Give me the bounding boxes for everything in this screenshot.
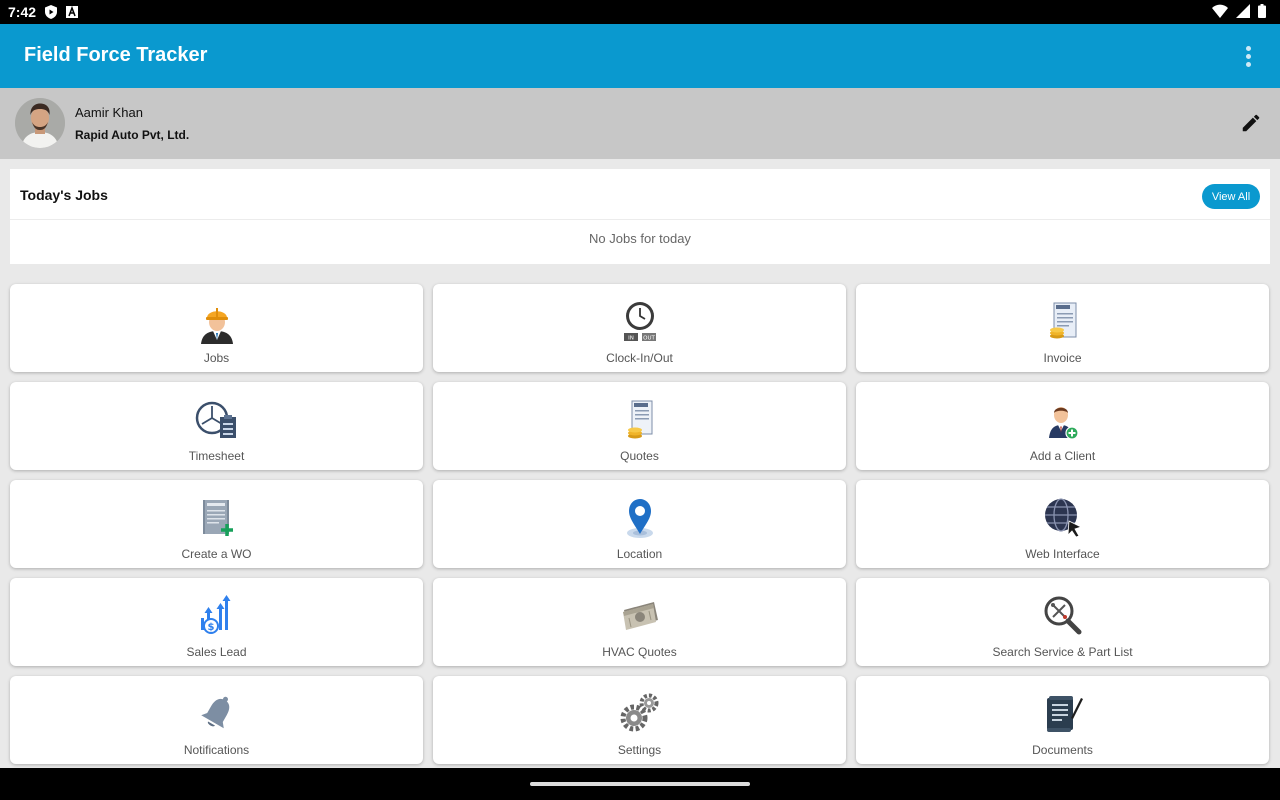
signal-icon bbox=[1236, 3, 1250, 21]
tile-web-interface[interactable]: Web Interface bbox=[856, 480, 1269, 568]
tile-label: Documents bbox=[1032, 743, 1093, 757]
tile-location[interactable]: Location bbox=[433, 480, 846, 568]
app-bar: Field Force Tracker bbox=[0, 24, 1280, 88]
empty-jobs-message: No Jobs for today bbox=[589, 231, 691, 246]
timesheet-icon bbox=[195, 398, 239, 442]
tile-label: Search Service & Part List bbox=[992, 645, 1133, 659]
sales-chart-icon: $ bbox=[195, 594, 239, 638]
tile-create-wo[interactable]: Create a WO bbox=[10, 480, 423, 568]
quotes-icon bbox=[618, 398, 662, 442]
location-pin-icon bbox=[618, 496, 662, 540]
add-client-icon bbox=[1041, 398, 1085, 442]
tile-label: Web Interface bbox=[1025, 547, 1100, 561]
document-scroll-icon bbox=[1041, 692, 1085, 736]
svg-text:IN: IN bbox=[628, 336, 634, 342]
tile-documents[interactable]: Documents bbox=[856, 676, 1269, 764]
tile-quotes[interactable]: Quotes bbox=[433, 382, 846, 470]
clock-in-out-icon: IN OUT bbox=[618, 300, 662, 344]
tile-invoice[interactable]: Invoice bbox=[856, 284, 1269, 372]
tile-label: Timesheet bbox=[188, 449, 245, 463]
tile-label: HVAC Quotes bbox=[602, 645, 677, 659]
tile-hvac-quotes[interactable]: HVAC Quotes bbox=[433, 578, 846, 666]
battery-icon bbox=[1258, 3, 1266, 21]
tile-search-service-part-list[interactable]: Search Service & Part List bbox=[856, 578, 1269, 666]
tile-label: Sales Lead bbox=[186, 645, 247, 659]
tile-notifications[interactable]: Notifications bbox=[10, 676, 423, 764]
tile-label: Settings bbox=[617, 743, 662, 757]
worker-icon bbox=[195, 300, 239, 344]
tile-label: Add a Client bbox=[1029, 449, 1096, 463]
invoice-icon bbox=[1041, 300, 1085, 344]
todays-jobs-card: Today's Jobs View All No Jobs for today bbox=[10, 169, 1270, 264]
profile-name: Aamir Khan bbox=[75, 105, 143, 120]
tile-add-client[interactable]: Add a Client bbox=[856, 382, 1269, 470]
tile-sales-lead[interactable]: $ Sales Lead bbox=[10, 578, 423, 666]
pencil-icon[interactable] bbox=[1240, 112, 1262, 134]
create-wo-icon bbox=[195, 496, 239, 540]
avatar[interactable] bbox=[15, 98, 65, 148]
todays-jobs-title: Today's Jobs bbox=[20, 187, 108, 203]
tile-jobs[interactable]: Jobs bbox=[10, 284, 423, 372]
bell-icon bbox=[195, 692, 239, 736]
status-time: 7:42 bbox=[8, 4, 37, 20]
tile-label: Location bbox=[616, 547, 663, 561]
wifi-icon bbox=[1212, 4, 1228, 21]
profile-company: Rapid Auto Pvt, Ltd. bbox=[75, 128, 190, 142]
shield-play-icon bbox=[44, 5, 58, 19]
font-a-icon bbox=[66, 6, 79, 18]
tile-settings[interactable]: Settings bbox=[433, 676, 846, 764]
divider bbox=[10, 219, 1270, 220]
gears-icon bbox=[618, 692, 662, 736]
tile-label: Create a WO bbox=[181, 547, 252, 561]
tile-clock-in-out[interactable]: IN OUT Clock-In/Out bbox=[433, 284, 846, 372]
search-tools-icon bbox=[1041, 594, 1085, 638]
more-vertical-icon[interactable] bbox=[1236, 44, 1260, 68]
status-bar: 7:42 bbox=[0, 0, 1280, 24]
tile-label: Clock-In/Out bbox=[606, 351, 673, 365]
navigation-bar bbox=[0, 768, 1280, 800]
svg-text:OUT: OUT bbox=[643, 336, 655, 342]
view-all-button[interactable]: View All bbox=[1202, 184, 1260, 209]
globe-cursor-icon bbox=[1041, 496, 1085, 540]
tile-label: Notifications bbox=[183, 743, 250, 757]
tile-label: Quotes bbox=[620, 449, 659, 463]
tile-label: Jobs bbox=[203, 351, 230, 365]
home-gesture-handle[interactable] bbox=[530, 782, 750, 786]
tile-timesheet[interactable]: Timesheet bbox=[10, 382, 423, 470]
svg-text:$: $ bbox=[207, 622, 214, 633]
profile-header: Aamir Khan Rapid Auto Pvt, Ltd. bbox=[0, 88, 1280, 159]
cash-icon bbox=[618, 594, 662, 638]
app-title: Field Force Tracker bbox=[24, 44, 208, 66]
tile-label: Invoice bbox=[1043, 351, 1082, 365]
menu-grid: Jobs IN OUT Clock-In/Out Invoice Timeshe… bbox=[10, 284, 1270, 764]
